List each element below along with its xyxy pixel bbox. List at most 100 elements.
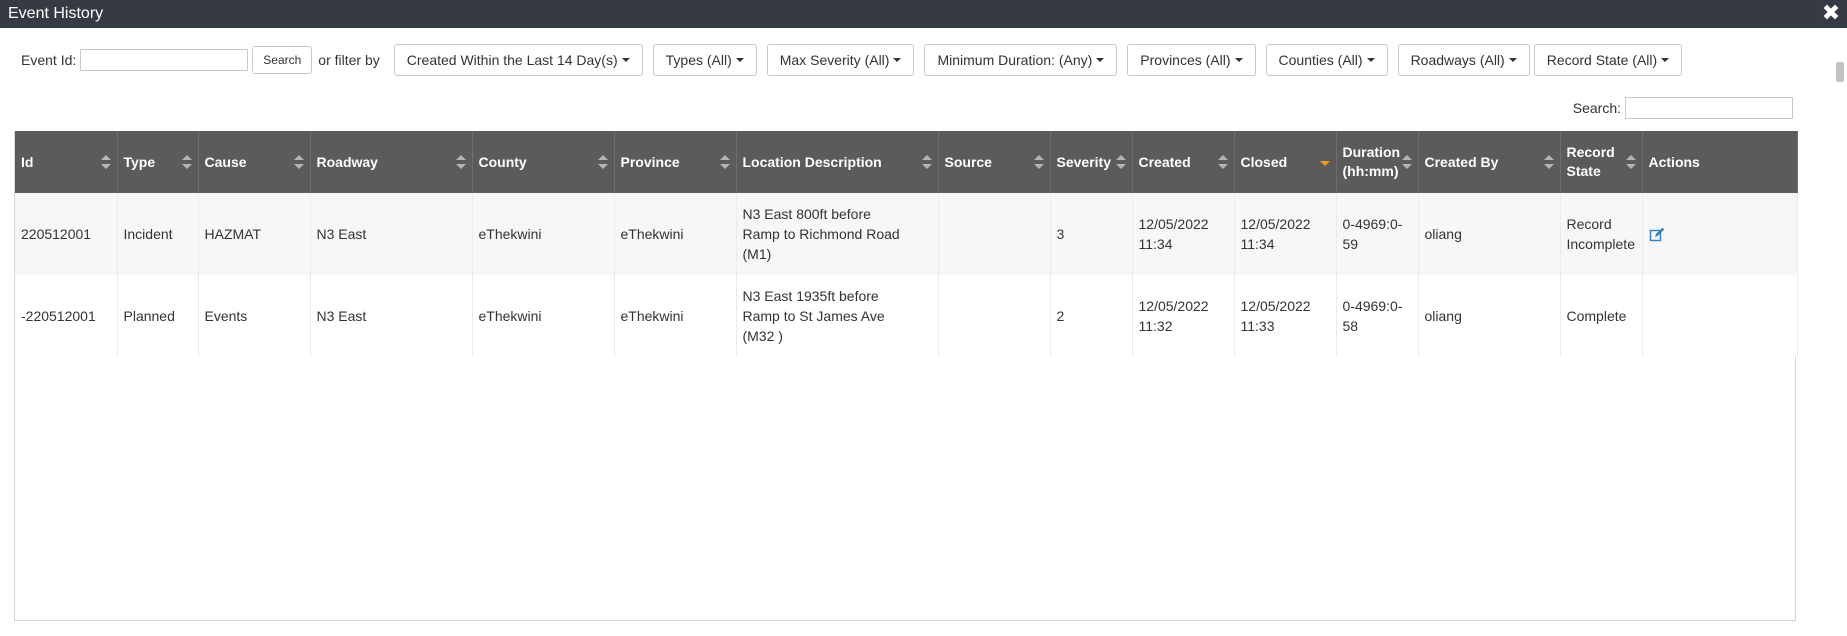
sort-icon [1401,155,1412,169]
dropdown-label: Record State (All) [1546,52,1658,68]
column-header-id[interactable]: Id [15,131,118,193]
dropdown-label: Created Within the Last 14 Day(s) [406,52,618,68]
caret-down-icon [621,58,630,62]
column-header-location-description[interactable]: Location Description [736,131,939,193]
column-header-actions: Actions [1642,131,1798,193]
cell-actions [1642,193,1798,275]
column-header-label: Province [620,153,680,170]
sort-icon [293,155,304,169]
column-header-closed[interactable]: Closed [1234,131,1337,193]
column-header-cause[interactable]: Cause [198,131,311,193]
dropdown-label: Provinces (All) [1140,52,1231,68]
sort-icon [100,155,111,169]
column-header-record-state[interactable]: Record State [1560,131,1643,193]
column-header-label: Created By [1424,153,1499,170]
sort-icon [1543,155,1554,169]
dropdown-label: Roadways (All) [1410,52,1505,68]
column-header-label: Roadway [316,153,378,170]
table-search-input[interactable] [1625,97,1793,119]
vertical-scrollbar[interactable] [1833,56,1847,636]
cell-closed: 12/05/2022 11:34 [1234,193,1337,275]
cell-severity: 2 [1050,275,1133,357]
record-state-dropdown[interactable]: Record State (All) [1533,44,1683,76]
cell-type: Incident [117,193,199,275]
column-header-label: Type [123,153,156,170]
column-header-label: Created [1138,153,1191,170]
event-id-input[interactable] [80,49,249,71]
column-header-label: Closed [1240,153,1288,170]
sort-icon [597,155,608,169]
column-header-county[interactable]: County [472,131,615,193]
scrollbar-thumb[interactable] [1836,62,1844,82]
cell-roadway: N3 East [310,193,473,275]
provinces-dropdown[interactable]: Provinces (All) [1127,44,1256,76]
cell-province: eThekwini [614,275,737,357]
caret-down-icon [735,58,744,62]
or-filter-by-label: or filter by [318,52,380,68]
close-icon[interactable]: ✖ [1821,0,1841,25]
sort-icon [181,155,192,169]
column-header-label: Source [944,153,992,170]
event-id-label: Event Id: [21,52,77,68]
cell-created-by: oliang [1418,193,1561,275]
table-search-label: Search: [1572,100,1621,116]
dropdown-label: Max Severity (All) [779,52,890,68]
dropdown-label: Minimum Duration: (Any) [937,52,1093,68]
column-header-label: Duration (hh:mm) [1342,144,1401,179]
cell-created: 12/05/2022 11:32 [1132,275,1235,357]
column-header-roadway[interactable]: Roadway [310,131,473,193]
column-header-created[interactable]: Created [1132,131,1235,193]
column-header-province[interactable]: Province [614,131,737,193]
roadways-dropdown[interactable]: Roadways (All) [1397,44,1530,76]
cell-county: eThekwini [472,193,615,275]
column-header-source[interactable]: Source [938,131,1051,193]
column-header-label: Cause [204,153,247,170]
column-header-created-by[interactable]: Created By [1418,131,1561,193]
table-header-row: Id Type Cause Roadway County Province Lo… [15,131,1798,193]
cell-roadway: N3 East [310,275,473,357]
sort-icon [1625,155,1636,169]
table-row[interactable]: 220512001 Incident HAZMAT N3 East eThekw… [15,193,1798,275]
column-header-label: Severity [1056,153,1111,170]
column-header-label: Location Description [742,153,882,170]
content-area: Event Id: Search or filter by Created Wi… [0,28,1847,636]
cell-duration: 0-4969:0-59 [1336,193,1419,275]
dropdown-label: Types (All) [665,52,732,68]
cell-location: N3 East 800ft before Ramp to Richmond Ro… [736,193,939,275]
cell-county: eThekwini [472,275,615,357]
column-header-type[interactable]: Type [117,131,199,193]
column-header-label: County [478,153,527,170]
cell-actions [1642,275,1798,357]
column-header-label: Id [21,153,34,170]
cell-location: N3 East 1935ft before Ramp to St James A… [736,275,939,357]
column-header-label: Actions [1648,153,1700,170]
types-dropdown[interactable]: Types (All) [652,44,757,76]
max-severity-dropdown[interactable]: Max Severity (All) [766,44,915,76]
cell-type: Planned [117,275,199,357]
table-row[interactable]: -220512001 Planned Events N3 East eThekw… [15,275,1798,357]
sort-icon [455,155,466,169]
minimum-duration-dropdown[interactable]: Minimum Duration: (Any) [924,44,1118,76]
dropdown-label: Counties (All) [1278,52,1363,68]
counties-dropdown[interactable]: Counties (All) [1265,44,1388,76]
cell-id: 220512001 [15,193,118,275]
cell-closed: 12/05/2022 11:33 [1234,275,1337,357]
sort-icon [921,155,932,169]
caret-down-icon [1096,58,1105,62]
filter-bar: Event Id: Search or filter by Created Wi… [21,44,1683,76]
event-id-search-button[interactable]: Search [252,46,313,74]
cell-severity: 3 [1050,193,1133,275]
caret-down-icon [1366,58,1375,62]
cell-source [938,193,1051,275]
cell-cause: HAZMAT [198,193,311,275]
caret-down-icon [893,58,902,62]
cell-created: 12/05/2022 11:34 [1132,193,1235,275]
column-header-severity[interactable]: Severity [1050,131,1133,193]
sort-icon [1033,155,1044,169]
created-within-dropdown[interactable]: Created Within the Last 14 Day(s) [393,44,643,76]
edit-icon[interactable] [1649,227,1665,243]
caret-down-icon [1234,58,1243,62]
column-header-duration[interactable]: Duration (hh:mm) [1336,131,1419,193]
column-header-label: Record State [1566,144,1615,179]
cell-created-by: oliang [1418,275,1561,357]
